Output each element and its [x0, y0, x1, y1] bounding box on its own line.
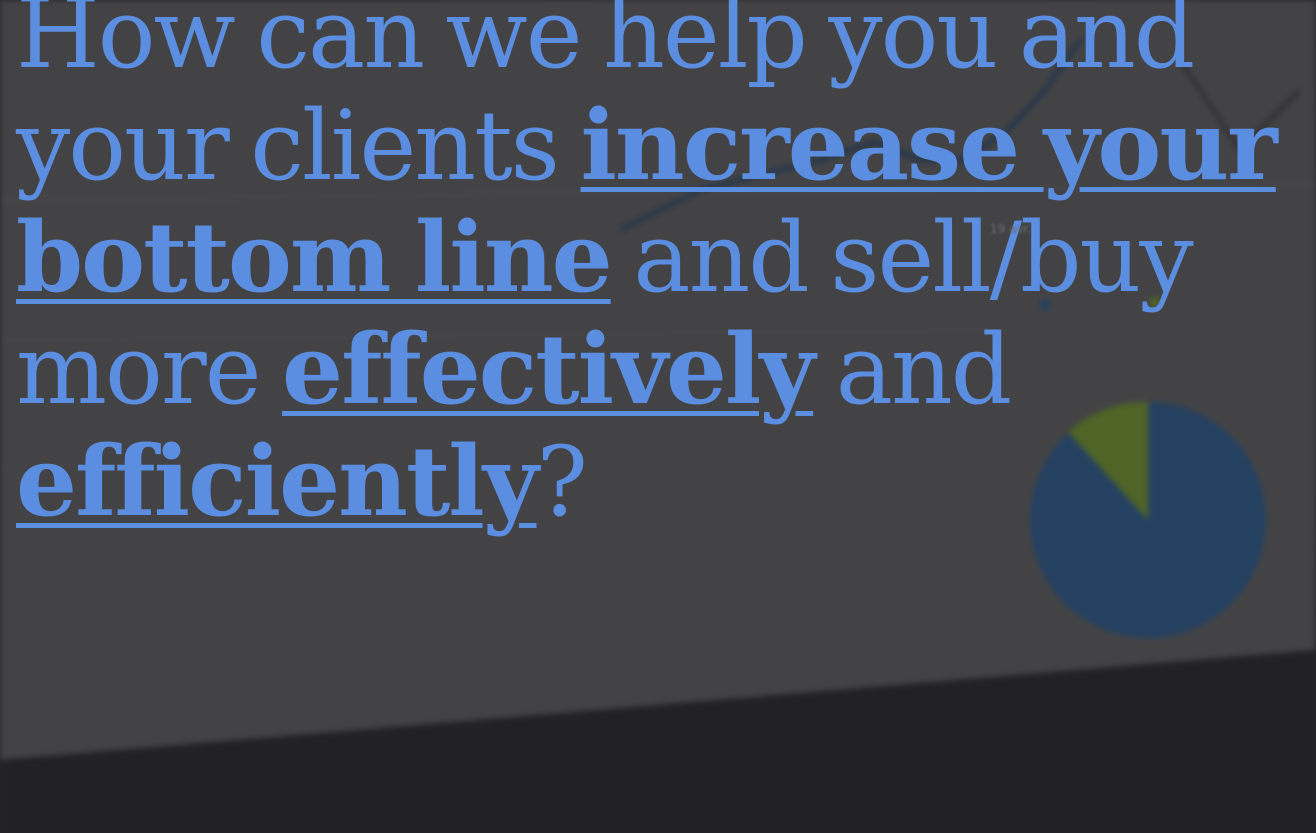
hero-headline: How can we help you and your clients inc…	[16, 0, 1306, 538]
headline-text: and	[813, 314, 1013, 426]
headline-emphasis-efficiently: efficiently	[16, 425, 539, 538]
headline-emphasis-effectively: effectively	[282, 313, 815, 426]
chart-date-label: 19 avr.	[990, 222, 1032, 236]
headline-text: ?	[536, 426, 588, 538]
